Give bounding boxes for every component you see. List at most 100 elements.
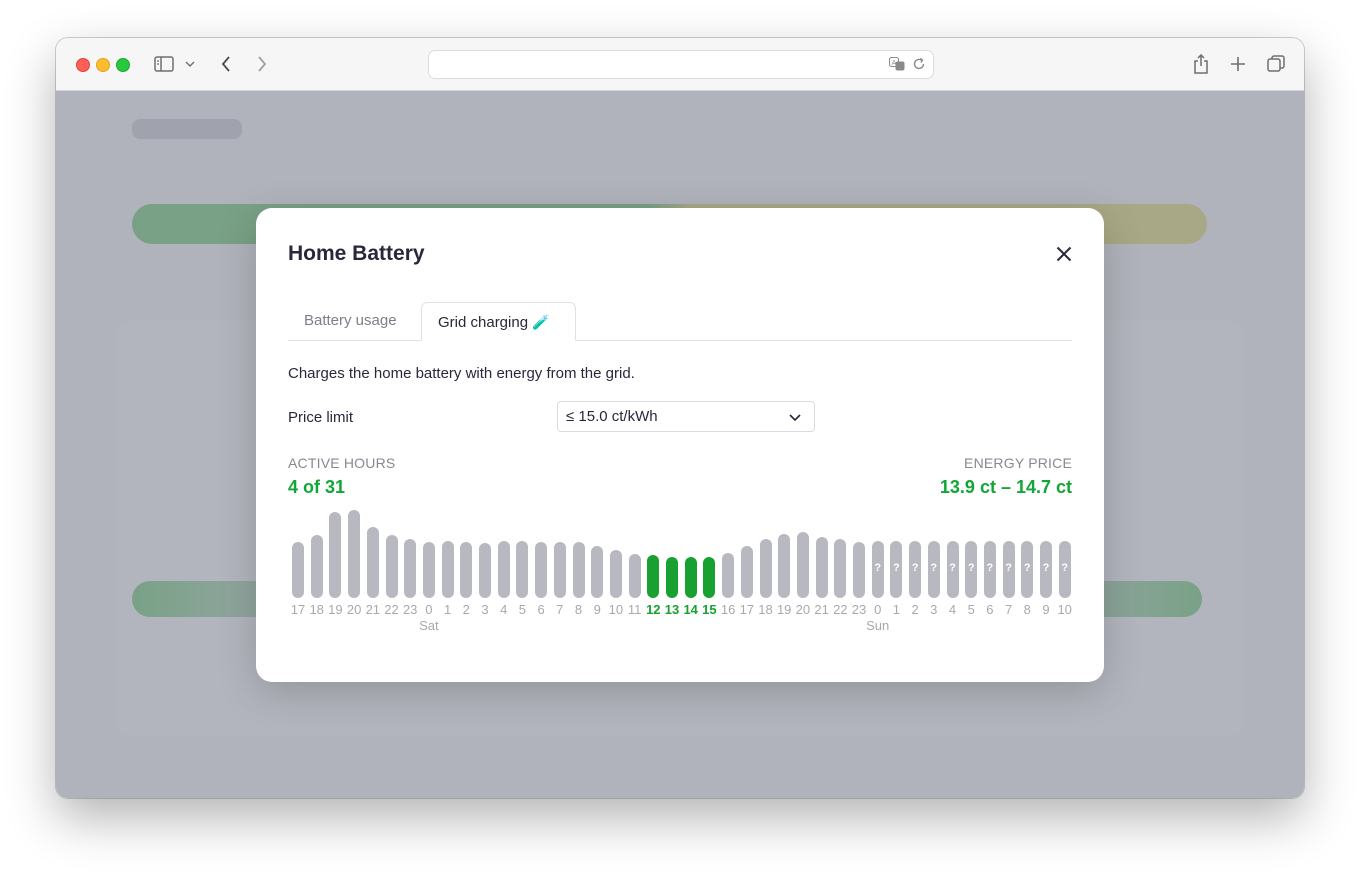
price-bar[interactable] <box>553 542 566 598</box>
hour-label: 18 <box>758 602 773 617</box>
price-bar[interactable] <box>329 512 342 598</box>
chevron-down-icon <box>789 414 801 422</box>
page-content: Home Battery Battery usage Grid charging… <box>56 91 1304 798</box>
day-label: Sun <box>866 618 890 633</box>
price-bar[interactable] <box>759 539 772 598</box>
unknown-price-mark: ? <box>1023 562 1031 574</box>
price-bar[interactable] <box>684 557 697 598</box>
hour-label: 7 <box>556 602 564 617</box>
hour-label: 0 <box>425 602 433 617</box>
hour-label: 19 <box>328 602 343 617</box>
unknown-price-mark: ? <box>893 562 900 574</box>
energy-price-value: 13.9 ct – 14.7 ct <box>939 477 1072 497</box>
hour-label: 2 <box>462 602 470 617</box>
minimize-window-button[interactable] <box>96 58 110 72</box>
chevron-down-icon[interactable] <box>182 52 198 76</box>
hour-label: 1 <box>892 602 900 617</box>
price-bar[interactable] <box>591 546 604 598</box>
zoom-window-button[interactable] <box>116 58 130 72</box>
hour-label: 21 <box>814 602 829 617</box>
active-hours-value: 4 of 31 <box>288 477 346 497</box>
hour-label: 22 <box>384 602 399 617</box>
price-bar[interactable] <box>348 510 361 598</box>
price-bar[interactable] <box>853 542 865 598</box>
hour-label: 5 <box>518 602 526 617</box>
price-bar[interactable] <box>666 557 678 598</box>
price-bar[interactable] <box>834 539 847 598</box>
price-bar[interactable] <box>292 542 304 598</box>
hour-label: 14 <box>683 602 698 617</box>
price-bar[interactable] <box>572 542 585 598</box>
hour-label: 3 <box>930 602 938 617</box>
energy-price-label: ENERGY PRICE <box>964 455 1072 471</box>
hour-label: 22 <box>833 602 848 617</box>
unknown-price-mark: ? <box>930 562 938 574</box>
hour-label: 10 <box>1057 602 1072 617</box>
price-bar[interactable] <box>722 553 735 598</box>
price-bar[interactable] <box>815 537 828 598</box>
unknown-price-mark: ? <box>967 562 975 574</box>
day-label: Sat <box>419 618 439 633</box>
reload-icon[interactable] <box>911 56 927 72</box>
tab-battery-usage[interactable]: Battery usage <box>288 302 413 340</box>
price-bar[interactable] <box>609 550 622 598</box>
price-bar[interactable] <box>441 541 454 598</box>
hour-label: 10 <box>608 602 624 617</box>
hour-label: 9 <box>593 602 601 617</box>
hour-label: 2 <box>911 602 919 617</box>
hour-label: 23 <box>851 602 867 617</box>
tab-overview-icon[interactable] <box>1264 52 1288 76</box>
price-bar[interactable] <box>703 557 716 598</box>
hour-label: 5 <box>967 602 975 617</box>
hour-label: 23 <box>402 602 418 617</box>
unknown-price-mark: ? <box>1005 562 1012 574</box>
price-bar[interactable] <box>366 527 379 598</box>
price-bar[interactable] <box>497 541 510 598</box>
active-hours-label: ACTIVE HOURS <box>288 455 396 471</box>
price-bar[interactable] <box>404 539 417 598</box>
hour-label: 20 <box>346 602 362 617</box>
hour-label: 6 <box>986 602 994 617</box>
hour-label: 13 <box>664 602 680 617</box>
price-bar[interactable] <box>385 535 398 598</box>
forward-icon[interactable] <box>250 52 274 76</box>
price-bar[interactable] <box>796 532 809 598</box>
browser-toolbar: A <box>56 38 1304 91</box>
tab-label: Battery usage <box>304 312 397 329</box>
hour-label: 11 <box>627 602 642 617</box>
close-window-button[interactable] <box>76 58 90 72</box>
translate-icon[interactable]: A <box>889 56 905 72</box>
price-limit-select[interactable]: ≤ 15.0 ct/kWh <box>557 401 815 432</box>
price-bar[interactable] <box>647 555 660 598</box>
hour-label: 12 <box>646 602 661 617</box>
unknown-price-mark: ? <box>949 562 956 574</box>
close-icon <box>1056 246 1072 262</box>
tab-grid-charging[interactable]: Grid charging 🧪 <box>421 302 576 341</box>
price-chart: 17 18 19 20 21 22 23 0 1 2 3 4 5 6 7 8 9 10 11 12 13 14 15 16 17… <box>288 504 1072 634</box>
unknown-price-mark: ? <box>986 562 994 574</box>
hour-label: 1 <box>443 602 452 617</box>
back-icon[interactable] <box>214 52 238 76</box>
new-tab-icon[interactable] <box>1226 52 1250 76</box>
hour-label: 18 <box>309 602 324 617</box>
modal-title: Home Battery <box>288 242 425 265</box>
hour-label: 4 <box>948 602 957 617</box>
price-bar[interactable] <box>479 543 491 598</box>
sidebar-icon[interactable] <box>152 52 176 76</box>
price-bar[interactable] <box>740 546 753 598</box>
close-button[interactable] <box>1052 242 1076 266</box>
price-bar[interactable] <box>422 542 435 598</box>
hour-label: 8 <box>1023 602 1031 617</box>
unknown-price-mark: ? <box>874 562 882 574</box>
price-bar[interactable] <box>310 535 323 598</box>
price-bar[interactable] <box>460 542 473 598</box>
share-icon[interactable] <box>1189 52 1213 76</box>
price-bar[interactable] <box>516 541 529 598</box>
price-bar[interactable] <box>628 554 641 598</box>
price-bar[interactable] <box>535 542 548 598</box>
tab-label: Grid charging <box>438 314 529 331</box>
address-bar[interactable]: A <box>428 50 934 79</box>
price-bar[interactable] <box>778 534 791 598</box>
hour-label: 6 <box>537 602 545 617</box>
hour-label: 19 <box>776 602 792 617</box>
